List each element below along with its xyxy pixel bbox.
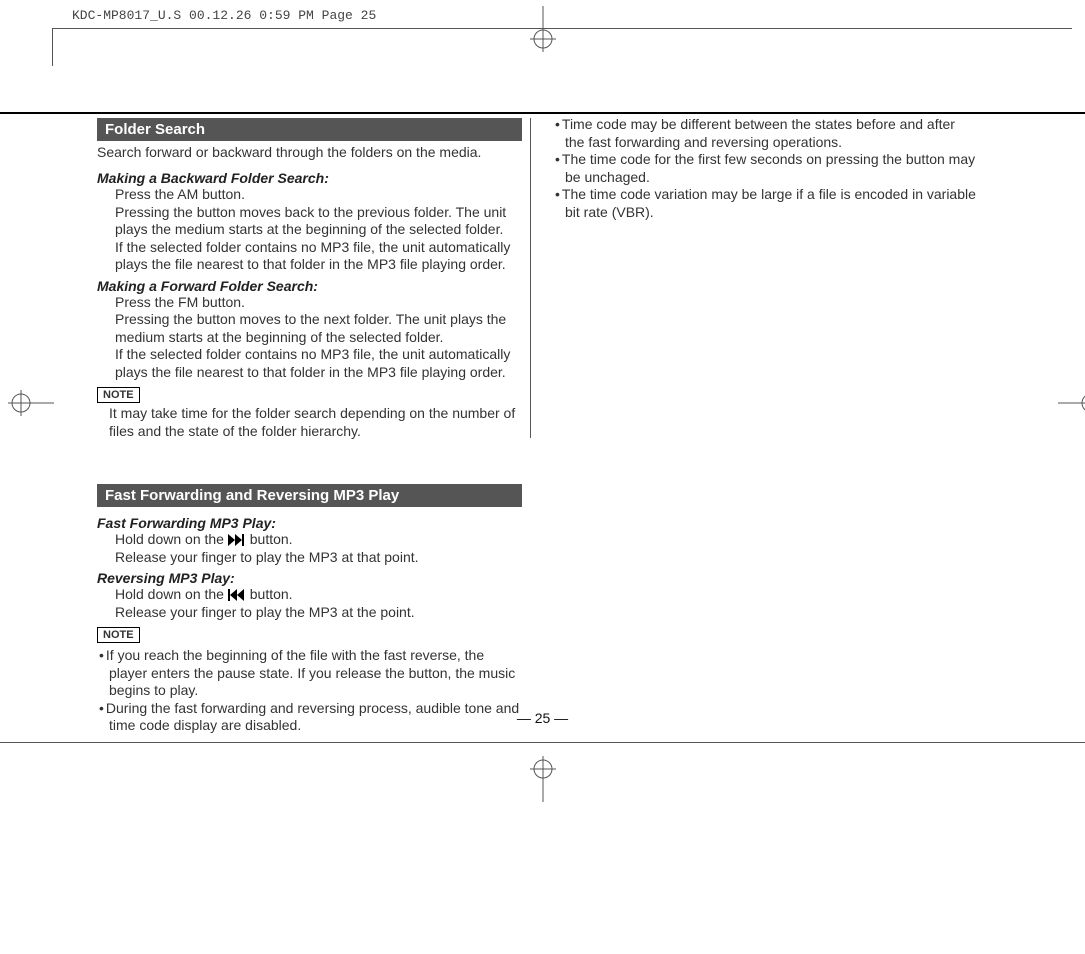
- page-number: — 25 —: [0, 710, 1085, 726]
- page-bottom-rule: [0, 742, 1085, 743]
- body-text: Release your finger to play the MP3 at t…: [97, 549, 522, 567]
- body-text: Pressing the button moves back to the pr…: [97, 204, 522, 239]
- registration-mark-right-icon: [1058, 390, 1085, 416]
- section-heading: Fast Forwarding and Reversing MP3 Play: [97, 484, 522, 507]
- body-text: If the selected folder contains no MP3 f…: [97, 346, 522, 381]
- text-fragment: button.: [246, 586, 293, 602]
- body-text: Pressing the button moves to the next fo…: [97, 311, 522, 346]
- text-fragment: Hold down on the: [115, 586, 228, 602]
- registration-mark-bottom-icon: [530, 756, 556, 802]
- bullet-item: Time code may be different between the s…: [553, 116, 978, 151]
- bullet-item: If you reach the beginning of the file w…: [97, 647, 522, 700]
- column-separator: [530, 118, 531, 438]
- registration-mark-top-icon: [530, 6, 556, 52]
- subheading-ffwd: Fast Forwarding MP3 Play:: [97, 507, 522, 531]
- next-track-icon: [228, 534, 246, 546]
- subheading-backward: Making a Backward Folder Search:: [97, 166, 522, 186]
- note-label: NOTE: [97, 387, 140, 403]
- body-text: Hold down on the button.: [97, 586, 522, 604]
- bullet-item: The time code for the first few seconds …: [553, 151, 978, 186]
- body-text: Press the FM button.: [97, 294, 522, 312]
- section-fast-forward-reverse: Fast Forwarding and Reversing MP3 Play F…: [97, 484, 522, 735]
- section-intro: Search forward or backward through the f…: [97, 141, 522, 166]
- note-label: NOTE: [97, 627, 140, 643]
- section-folder-search: Folder Search Search forward or backward…: [97, 118, 522, 440]
- section-heading: Folder Search: [97, 118, 522, 141]
- subheading-forward: Making a Forward Folder Search:: [97, 274, 522, 294]
- note-text: It may take time for the folder search d…: [97, 405, 522, 440]
- registration-mark-left-icon: [8, 390, 54, 416]
- bullet-list: Time code may be different between the s…: [553, 116, 978, 221]
- text-fragment: Hold down on the: [115, 531, 228, 547]
- body-text: Hold down on the button.: [97, 531, 522, 549]
- body-text: Press the AM button.: [97, 186, 522, 204]
- text-fragment: button.: [246, 531, 293, 547]
- prev-track-icon: [228, 589, 246, 601]
- subheading-rev: Reversing MP3 Play:: [97, 566, 522, 586]
- top-rule: [52, 28, 1072, 29]
- corner-crop: [52, 28, 53, 66]
- body-text: If the selected folder contains no MP3 f…: [97, 239, 522, 274]
- right-column-notes: Time code may be different between the s…: [553, 114, 978, 221]
- bullet-item: The time code variation may be large if …: [553, 186, 978, 221]
- body-text: Release your finger to play the MP3 at t…: [97, 604, 522, 622]
